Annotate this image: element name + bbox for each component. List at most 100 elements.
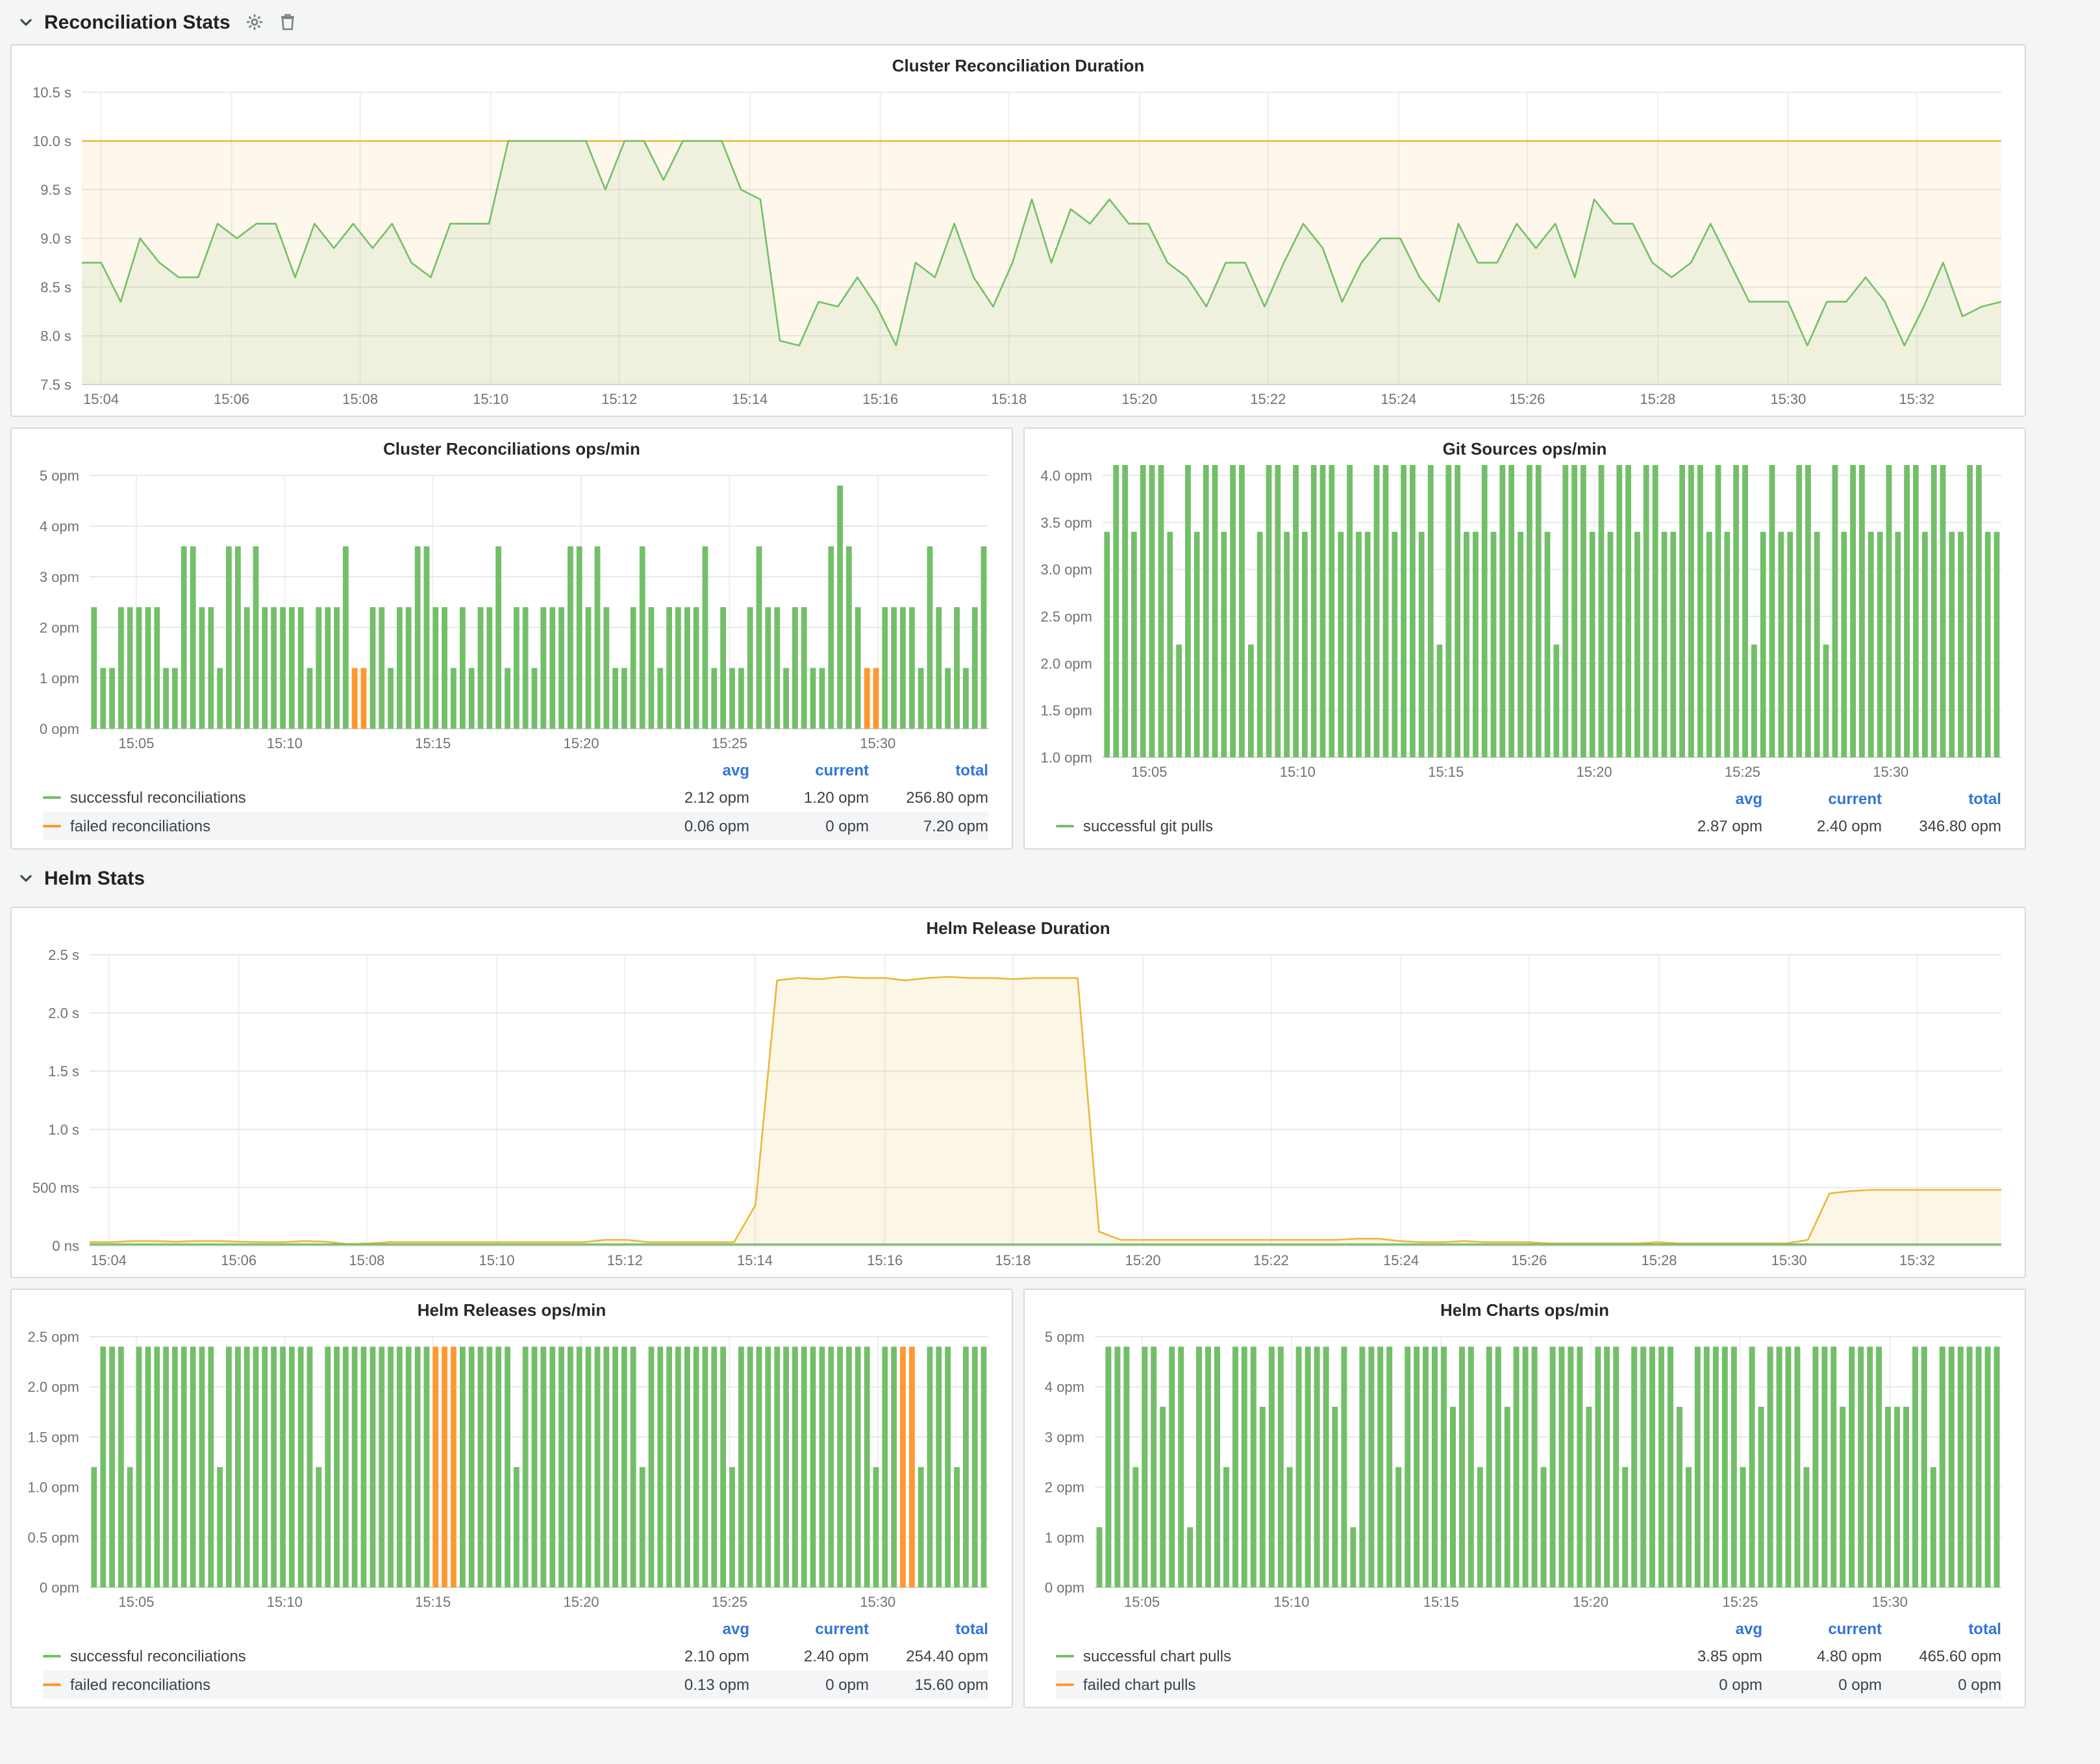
- legend-series-marker-icon: [43, 825, 61, 827]
- panel-title[interactable]: Cluster Reconciliations ops/min: [22, 434, 1001, 465]
- legend-column-header[interactable]: total: [1882, 1620, 2001, 1638]
- svg-text:15:22: 15:22: [1253, 1252, 1289, 1268]
- git-sources-opm-chart[interactable]: 15:0515:1015:1515:2015:2515:301.0 opm1.5…: [1035, 465, 2014, 783]
- legend-column-header[interactable]: avg: [1643, 790, 1762, 808]
- svg-text:3 opm: 3 opm: [1045, 1429, 1084, 1445]
- legend-value: 2.40 opm: [1762, 817, 1882, 835]
- svg-text:15:05: 15:05: [1124, 1594, 1160, 1610]
- svg-text:15:30: 15:30: [1873, 764, 1908, 780]
- legend-value: 0 opm: [1643, 1676, 1762, 1694]
- svg-text:1.0 opm: 1.0 opm: [1041, 750, 1093, 766]
- helm-charts-opm-chart[interactable]: 15:0515:1015:1515:2015:2515:300 opm1 opm…: [1035, 1326, 2014, 1613]
- legend-series-label[interactable]: failed chart pulls: [1083, 1676, 1195, 1694]
- svg-text:8.0 s: 8.0 s: [40, 328, 71, 344]
- legend-value: 2.10 opm: [630, 1647, 749, 1665]
- svg-text:15:10: 15:10: [479, 1252, 515, 1268]
- legend-value: 1.20 opm: [749, 788, 869, 807]
- chevron-down-icon[interactable]: [18, 870, 34, 886]
- legend-row: successful git pulls2.87 opm2.40 opm346.…: [1056, 812, 2001, 840]
- svg-text:15:10: 15:10: [267, 1594, 303, 1610]
- legend-column-header[interactable]: avg: [630, 761, 749, 779]
- panel-title[interactable]: Cluster Reconciliation Duration: [22, 51, 2014, 82]
- panel-title[interactable]: Helm Releases ops/min: [22, 1295, 1001, 1326]
- svg-text:4.0 opm: 4.0 opm: [1041, 468, 1093, 484]
- svg-text:15:15: 15:15: [1428, 764, 1464, 780]
- svg-text:1 opm: 1 opm: [40, 670, 79, 687]
- gear-icon[interactable]: [246, 13, 264, 31]
- trash-icon[interactable]: [280, 13, 297, 31]
- legend-column-header[interactable]: total: [869, 1620, 988, 1638]
- svg-text:15:16: 15:16: [862, 391, 898, 407]
- legend-series-label[interactable]: successful git pulls: [1083, 817, 1213, 835]
- svg-text:2.0 s: 2.0 s: [48, 1005, 79, 1022]
- svg-text:15:30: 15:30: [1770, 391, 1806, 407]
- legend-column-header[interactable]: total: [1882, 790, 2001, 808]
- legend-series-label[interactable]: failed reconciliations: [70, 1676, 210, 1694]
- svg-text:1.0 s: 1.0 s: [48, 1122, 79, 1138]
- svg-text:2.5 s: 2.5 s: [48, 947, 79, 963]
- svg-text:9.5 s: 9.5 s: [40, 182, 71, 198]
- legend-header: avgcurrenttotal: [43, 1616, 988, 1642]
- svg-text:15:14: 15:14: [737, 1252, 773, 1268]
- legend-row: successful reconciliations 2.12 opm1.20 o…: [43, 783, 988, 812]
- legend-value: 0.13 opm: [630, 1676, 749, 1694]
- panel-title[interactable]: Git Sources ops/min: [1035, 434, 2014, 465]
- svg-text:5 opm: 5 opm: [1045, 1329, 1084, 1345]
- chevron-down-icon[interactable]: [18, 14, 34, 30]
- legend-value: 0 opm: [749, 817, 869, 835]
- legend-row: successful chart pulls3.85 opm4.80 opm46…: [1056, 1642, 2001, 1670]
- helm-release-duration-chart[interactable]: 15:0415:0615:0815:1015:1215:1415:1615:18…: [22, 944, 2014, 1272]
- svg-text:15:14: 15:14: [732, 391, 768, 407]
- svg-text:15:25: 15:25: [1725, 764, 1760, 780]
- cluster-reconciliation-duration-chart[interactable]: 15:0415:0615:0815:1015:1215:1415:1615:18…: [22, 82, 2014, 410]
- panel-helm-releases-opm: Helm Releases ops/min 15:0515:1015:1515:…: [10, 1289, 1013, 1708]
- panel-git-sources-opm: Git Sources ops/min 15:0515:1015:1515:20…: [1023, 427, 2026, 850]
- section-title[interactable]: Helm Stats: [44, 867, 145, 889]
- legend-column-header[interactable]: current: [1762, 1620, 1882, 1638]
- legend-column-header[interactable]: avg: [1643, 1620, 1762, 1638]
- svg-text:15:30: 15:30: [860, 1594, 895, 1610]
- svg-text:15:10: 15:10: [267, 735, 303, 751]
- svg-text:4 opm: 4 opm: [40, 518, 79, 535]
- legend-value: 3.85 opm: [1643, 1647, 1762, 1665]
- legend-series-marker-icon: [43, 796, 61, 799]
- legend-series-label[interactable]: failed reconciliations: [70, 817, 210, 835]
- panel-cluster-reconciliations-opm: Cluster Reconciliations ops/min 15:0515:…: [10, 427, 1013, 850]
- legend-column-header[interactable]: current: [749, 1620, 869, 1638]
- svg-text:3.5 opm: 3.5 opm: [1041, 514, 1093, 531]
- svg-text:15:30: 15:30: [860, 735, 895, 751]
- legend: avgcurrenttotalsuccessful reconciliation…: [22, 755, 1001, 843]
- legend-value: 2.12 opm: [630, 788, 749, 807]
- legend-series-marker-icon: [1056, 1683, 1074, 1686]
- legend-row: failed chart pulls0 opm0 opm0 opm: [1056, 1670, 2001, 1699]
- svg-text:2 opm: 2 opm: [1045, 1480, 1084, 1496]
- panel-title[interactable]: Helm Charts ops/min: [1035, 1295, 2014, 1326]
- legend-value: 4.80 opm: [1762, 1647, 1882, 1665]
- legend-series-label[interactable]: successful reconciliations: [70, 788, 246, 807]
- svg-text:15:22: 15:22: [1250, 391, 1286, 407]
- panel-title[interactable]: Helm Release Duration: [22, 913, 2014, 944]
- legend-value: 0 opm: [749, 1676, 869, 1694]
- svg-text:0.5 opm: 0.5 opm: [28, 1530, 80, 1546]
- svg-text:15:16: 15:16: [867, 1252, 903, 1268]
- svg-text:3.0 opm: 3.0 opm: [1041, 562, 1093, 578]
- legend-column-header[interactable]: current: [1762, 790, 1882, 808]
- legend-column-header[interactable]: avg: [630, 1620, 749, 1638]
- section-title[interactable]: Reconciliation Stats: [44, 11, 231, 33]
- svg-text:2.0 opm: 2.0 opm: [1041, 655, 1093, 672]
- svg-text:10.5 s: 10.5 s: [32, 84, 71, 101]
- legend-column-header[interactable]: current: [749, 761, 869, 779]
- svg-text:2.0 opm: 2.0 opm: [28, 1379, 80, 1395]
- svg-text:15:12: 15:12: [607, 1252, 643, 1268]
- helm-releases-opm-chart[interactable]: 15:0515:1015:1515:2015:2515:300 opm0.5 o…: [22, 1326, 1001, 1613]
- legend-series-label[interactable]: successful chart pulls: [1083, 1647, 1231, 1665]
- legend-series-label[interactable]: successful reconciliations: [70, 1647, 246, 1665]
- legend-header: avgcurrenttotal: [43, 757, 988, 783]
- svg-text:0 ns: 0 ns: [52, 1238, 79, 1254]
- svg-text:1.0 opm: 1.0 opm: [28, 1480, 80, 1496]
- cluster-reconciliations-opm-chart[interactable]: 15:0515:1015:1515:2015:2515:300 opm1 opm…: [22, 465, 1001, 755]
- svg-text:15:32: 15:32: [1899, 391, 1934, 407]
- svg-text:15:05: 15:05: [1131, 764, 1167, 780]
- legend-column-header[interactable]: total: [869, 761, 988, 779]
- legend-value: 256.80 opm: [869, 788, 988, 807]
